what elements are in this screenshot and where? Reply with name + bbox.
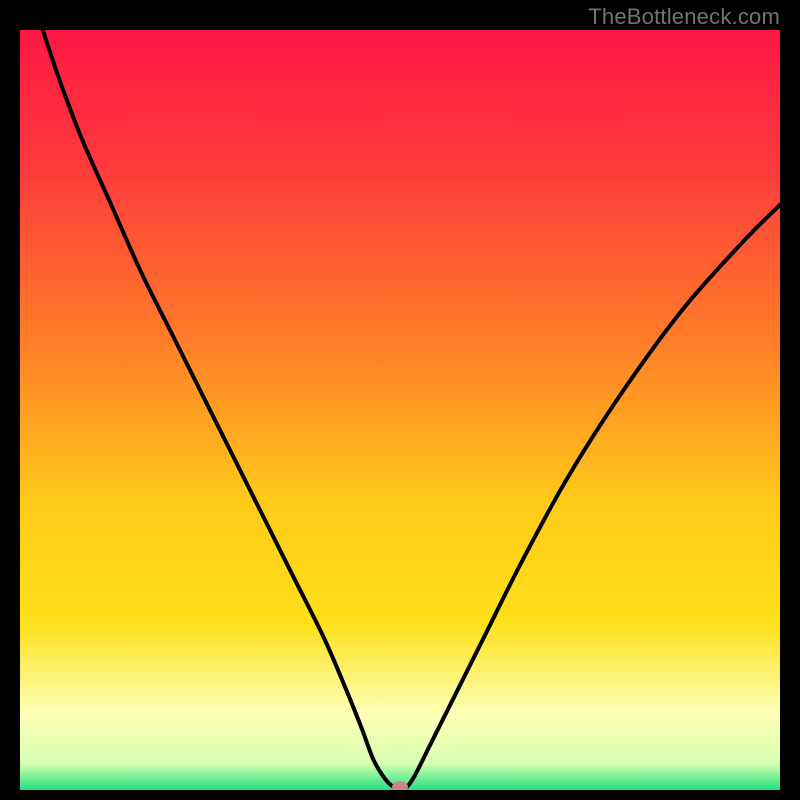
bottleneck-plot xyxy=(20,30,780,790)
chart-container: TheBottleneck.com xyxy=(0,0,800,800)
plot-background xyxy=(20,30,780,790)
attribution-text: TheBottleneck.com xyxy=(588,4,780,30)
